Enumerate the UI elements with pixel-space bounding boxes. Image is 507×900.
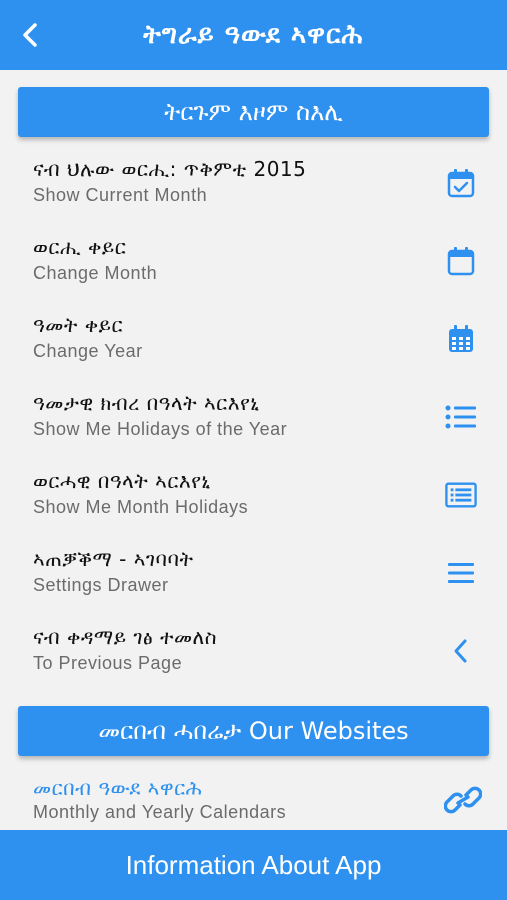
link-icon bbox=[443, 784, 483, 816]
list-box-icon bbox=[445, 479, 477, 511]
menu-item-year-holidays[interactable]: ዓመታዊ ክብረ በዓላት ኣርእየኒ Show Me Holidays of … bbox=[0, 379, 507, 457]
website-title: መርበብ ዓውደ ኣዋርሕ bbox=[33, 776, 203, 800]
website-subtitle: Monthly and Yearly Calendars bbox=[33, 802, 287, 822]
menu-item-change-year[interactable]: ዓመት ቀይር Change Year bbox=[0, 301, 507, 379]
menu-item-subtitle: Change Year bbox=[33, 341, 143, 361]
menu-item-subtitle: Show Me Month Holidays bbox=[33, 497, 249, 517]
menu-item-current-month[interactable]: ናብ ህሉው ወርሒ: ጥቅምቲ 2015 Show Current Month bbox=[0, 145, 507, 223]
menu-list: ናብ ህሉው ወርሒ: ጥቅምቲ 2015 Show Current Month… bbox=[0, 145, 507, 691]
menu-item-title: ዓመት ቀይር bbox=[33, 313, 124, 337]
chevron-left-icon bbox=[23, 23, 37, 47]
menu-item-month-holidays[interactable]: ወርሓዊ በዓላት ኣርእየኒ Show Me Month Holidays bbox=[0, 457, 507, 535]
page-title: ትግራይ ዓውደ ኣዋርሕ bbox=[143, 19, 364, 50]
calendar-check-icon bbox=[445, 167, 477, 199]
menu-item-subtitle: Show Me Holidays of the Year bbox=[33, 419, 288, 439]
menu-item-change-month[interactable]: ወርሒ ቀይር Change Month bbox=[0, 223, 507, 301]
menu-item-title: ዓመታዊ ክብረ በዓላት ኣርእየኒ bbox=[33, 391, 260, 415]
menu-item-title: ናብ ህሉው ወርሒ: ጥቅምቲ 2015 bbox=[33, 157, 307, 181]
calendar-blank-icon bbox=[445, 245, 477, 277]
menu-item-title: ወርሒ ቀይር bbox=[33, 235, 127, 259]
menu-item-subtitle: To Previous Page bbox=[33, 653, 183, 673]
menu-item-settings-drawer[interactable]: ኣጠቓቕማ - ኣገባባት Settings Drawer bbox=[0, 535, 507, 613]
website-link-item[interactable]: መርበብ ዓውደ ኣዋርሕ Monthly and Yearly Calenda… bbox=[0, 770, 507, 830]
back-button[interactable] bbox=[12, 17, 48, 53]
menu-item-title: ኣጠቓቕማ - ኣገባባት bbox=[33, 547, 194, 571]
menu-item-title: ናብ ቀዳማይ ገፅ ተመለስ bbox=[33, 625, 218, 649]
calendar-grid-icon bbox=[445, 323, 477, 355]
app-bar: ትግራይ ዓውደ ኣዋርሕ bbox=[0, 0, 507, 70]
menu-icon bbox=[445, 557, 477, 589]
menu-item-title: ወርሓዊ በዓላት ኣርእየኒ bbox=[33, 469, 211, 493]
list-icon bbox=[445, 401, 477, 433]
legend-section-button[interactable]: ትርጉም እዞም ስእሊ bbox=[18, 87, 489, 137]
info-about-app-button[interactable]: Information About App bbox=[0, 830, 507, 900]
chevron-left-icon bbox=[445, 635, 477, 667]
menu-item-subtitle: Show Current Month bbox=[33, 185, 208, 205]
menu-item-previous-page[interactable]: ናብ ቀዳማይ ገፅ ተመለስ To Previous Page bbox=[0, 613, 507, 691]
menu-item-subtitle: Change Month bbox=[33, 263, 158, 283]
menu-item-subtitle: Settings Drawer bbox=[33, 575, 169, 595]
websites-section-button[interactable]: መርበብ ሓበሬታ Our Websites bbox=[18, 706, 489, 756]
